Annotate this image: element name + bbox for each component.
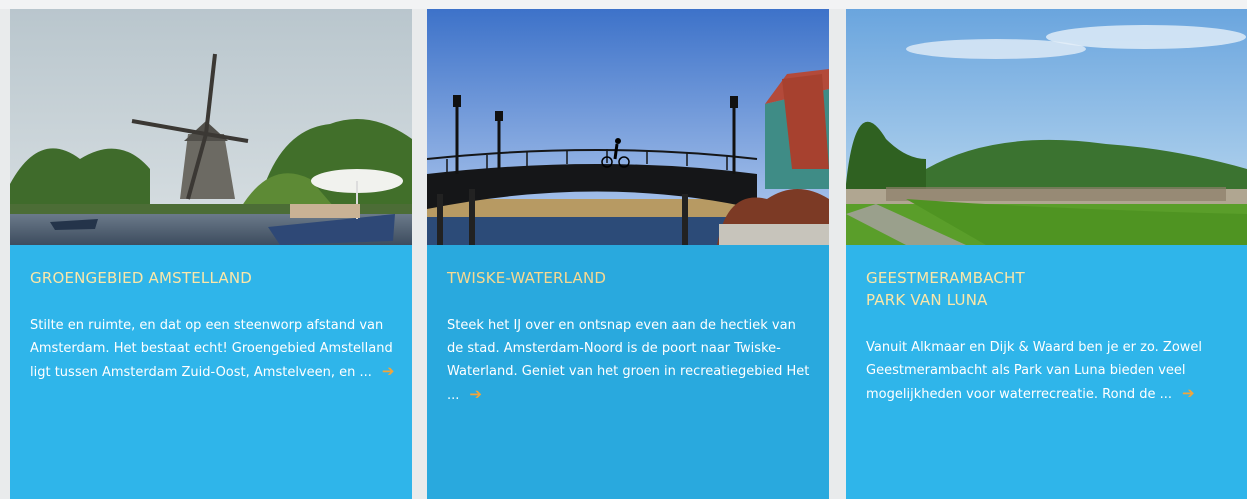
card-description: Vanuit Alkmaar en Dijk & Waard ben je er… [866,336,1231,406]
windmill-river-boat-photo[interactable] [10,9,412,245]
card-title[interactable]: TWISKE-WATERLAND [447,267,606,289]
arrow-right-icon[interactable]: ➔ [1182,382,1195,405]
card-groengebied-amstelland[interactable]: GROENGEBIED AMSTELLAND Stilte en ruimte,… [10,9,412,499]
card-text: Steek het IJ over en ontsnap even aan de… [447,318,810,403]
card-geestmerambacht-park-van-luna[interactable]: GEESTMERAMBACHT PARK VAN LUNA Vanuit Alk… [846,9,1247,499]
bridge-cyclist-canal-photo[interactable] [427,9,829,245]
card-title[interactable]: GEESTMERAMBACHT PARK VAN LUNA [866,267,1025,311]
arrow-right-icon[interactable]: ➔ [469,383,482,406]
card-text: Stilte en ruimte, en dat op een steenwor… [30,318,393,380]
beach-park-crowd-photo[interactable] [846,9,1247,245]
card-title[interactable]: GROENGEBIED AMSTELLAND [30,267,252,289]
arrow-right-icon[interactable]: ➔ [382,360,395,383]
card-text: Vanuit Alkmaar en Dijk & Waard ben je er… [866,340,1203,402]
card-description: Steek het IJ over en ontsnap even aan de… [447,314,812,407]
card-twiske-waterland[interactable]: TWISKE-WATERLAND Steek het IJ over en on… [427,9,829,499]
top-strip [0,0,1247,9]
card-description: Stilte en ruimte, en dat op een steenwor… [30,314,395,384]
